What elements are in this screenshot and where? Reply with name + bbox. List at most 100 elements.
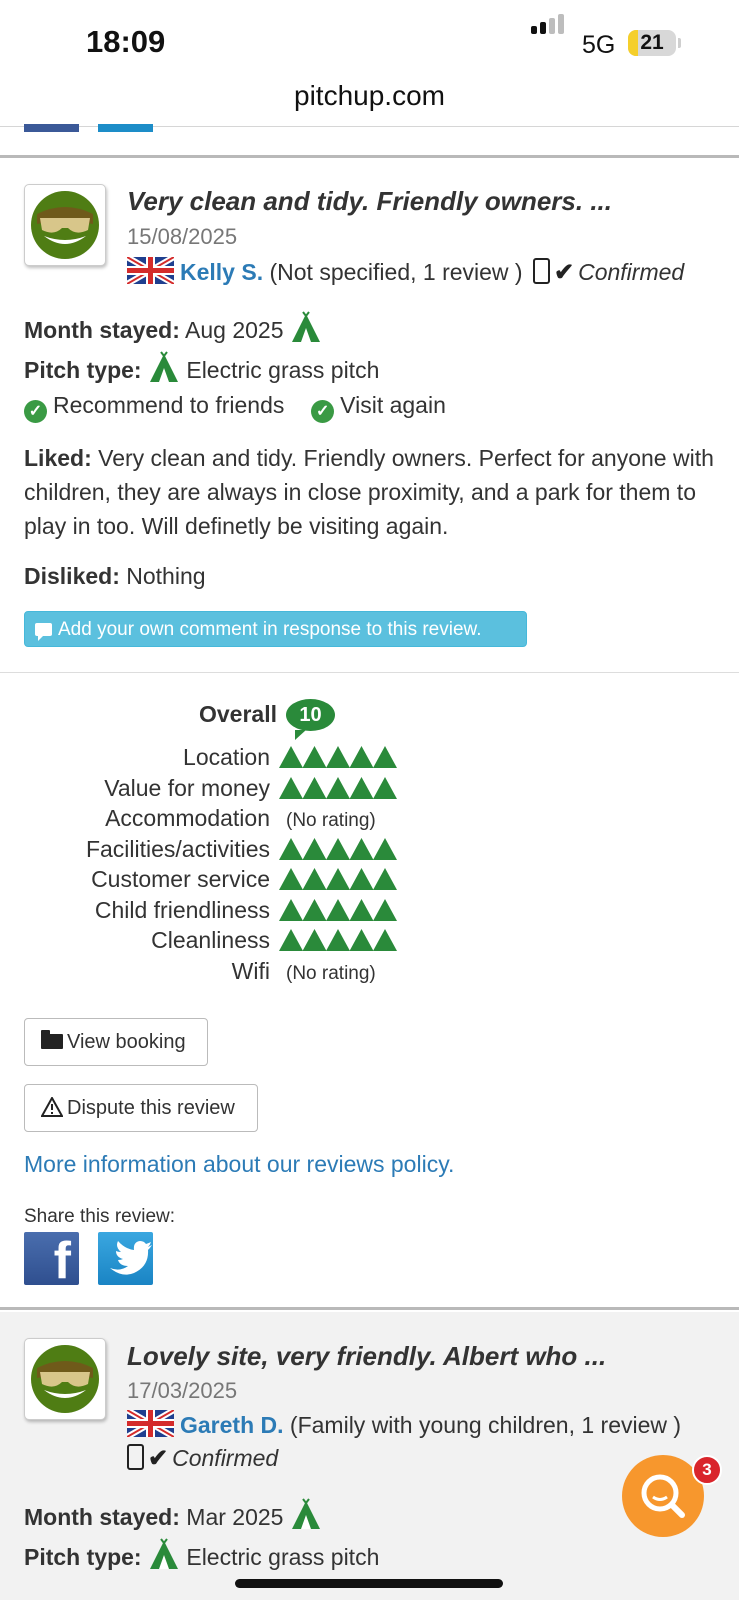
- facebook-share-peek[interactable]: [24, 124, 79, 132]
- rating-label: Customer service: [91, 866, 270, 892]
- pitch-type-label: Pitch type:: [24, 357, 142, 383]
- rating-tent-icon: [326, 838, 350, 860]
- confirmed-label: Confirmed: [578, 259, 685, 285]
- rating-tent-icon: [373, 838, 397, 860]
- reviews-policy-link[interactable]: More information about our reviews polic…: [24, 1151, 454, 1178]
- confirmed-line: ✔ Confirmed: [127, 1444, 278, 1473]
- liked-text: Liked: Very clean and tidy. Friendly own…: [24, 441, 714, 543]
- rating-label: Value for money: [104, 775, 270, 801]
- view-booking-button[interactable]: View booking: [24, 1018, 208, 1066]
- reviewer-info: (Family with young children, 1 review ): [289, 1412, 682, 1438]
- review-title: Lovely site, very friendly. Albert who .…: [127, 1341, 607, 1371]
- twitter-share-button[interactable]: [98, 1232, 153, 1285]
- url-bar[interactable]: pitchup.com: [0, 80, 739, 112]
- rating-label: Wifi: [231, 958, 270, 984]
- avatar: [24, 184, 106, 266]
- reviewer-name[interactable]: Gareth D.: [180, 1412, 284, 1438]
- rating-tent-icon: [326, 868, 350, 890]
- network-type: 5G: [582, 31, 616, 59]
- review-title: Very clean and tidy. Friendly owners. ..…: [127, 186, 612, 216]
- add-comment-label: Add your own comment in response to this…: [58, 619, 482, 640]
- liked-body: Very clean and tidy. Friendly owners. Pe…: [24, 445, 714, 539]
- reviewer-avatar-icon: [31, 1345, 99, 1413]
- recommend-row: ✓ Recommend to friends ✓ Visit again: [24, 392, 446, 423]
- rating-label: Cleanliness: [151, 927, 270, 953]
- rating-label: Child friendliness: [94, 897, 270, 923]
- rating-tents: [279, 867, 399, 893]
- check-icon: ✔: [553, 259, 575, 286]
- rating-tent-icon: [302, 746, 327, 768]
- reviewer-line: Kelly S. (Not specified, 1 review ) ✔ Con…: [127, 257, 684, 287]
- rating-tent-icon: [349, 838, 374, 860]
- reviewer-name[interactable]: Kelly S.: [180, 259, 263, 285]
- review-divider: [0, 155, 739, 158]
- rating-tent-icon: [302, 899, 327, 921]
- share-label: Share this review:: [24, 1206, 176, 1227]
- rating-tent-icon: [279, 899, 303, 921]
- rating-label: Location: [183, 744, 270, 770]
- rating-tent-icon: [373, 868, 397, 890]
- rating-tent-icon: [279, 868, 303, 890]
- pitch-type-value: Electric grass pitch: [186, 1544, 380, 1570]
- no-rating-text: (No rating): [286, 963, 376, 984]
- tent-icon: [291, 1498, 320, 1529]
- rating-tent-icon: [349, 746, 374, 768]
- pitch-type-label: Pitch type:: [24, 1544, 142, 1570]
- battery-icon: 21: [628, 30, 676, 56]
- tent-icon: [149, 351, 178, 382]
- battery-tip: [678, 38, 681, 48]
- rating-tent-icon: [279, 777, 303, 799]
- facebook-icon: f: [53, 1232, 71, 1285]
- reviewer-avatar-icon: [31, 191, 99, 259]
- battery-level: 21: [640, 31, 664, 54]
- rating-tents: [279, 898, 399, 924]
- rating-tent-icon: [373, 929, 397, 951]
- phone-icon: [532, 258, 550, 284]
- check-circle-icon: ✓: [24, 400, 47, 423]
- review-divider: [0, 1307, 739, 1310]
- add-comment-button[interactable]: Add your own comment in response to this…: [24, 611, 527, 647]
- rating-tent-icon: [349, 899, 374, 921]
- no-rating-text: (No rating): [286, 810, 376, 831]
- rating-tent-icon: [326, 746, 350, 768]
- rating-tent-icon: [279, 838, 303, 860]
- liked-label: Liked:: [24, 445, 92, 471]
- rating-tent-icon: [326, 777, 350, 799]
- reviewer-line: Gareth D. (Family with young children, 1…: [127, 1410, 681, 1439]
- review-date: 17/03/2025: [127, 1378, 238, 1403]
- month-stayed-label: Month stayed:: [24, 317, 180, 343]
- rating-tents: [279, 837, 399, 863]
- rating-tent-icon: [326, 899, 350, 921]
- month-stayed-value: Aug 2025: [185, 317, 284, 343]
- disliked-body: Nothing: [126, 563, 206, 589]
- facebook-share-button[interactable]: f: [24, 1232, 79, 1285]
- rating-tents: [279, 745, 399, 771]
- visit-again-label: Visit again: [340, 392, 446, 418]
- dispute-review-button[interactable]: Dispute this review: [24, 1084, 258, 1132]
- check-icon: ✔: [148, 1445, 169, 1472]
- pitch-type-row: Pitch type: Electric grass pitch: [24, 351, 379, 384]
- twitter-bird-icon: [110, 1241, 152, 1275]
- tent-icon: [149, 1538, 178, 1569]
- recommend-label: Recommend to friends: [53, 392, 285, 418]
- pitch-type-value: Electric grass pitch: [186, 357, 380, 383]
- month-stayed-row: Month stayed: Aug 2025: [24, 311, 322, 344]
- overall-label: Overall: [199, 701, 277, 727]
- rating-tent-icon: [302, 777, 327, 799]
- view-booking-label: View booking: [67, 1031, 186, 1053]
- dispute-label: Dispute this review: [67, 1097, 235, 1119]
- rating-tent-icon: [302, 929, 327, 951]
- notification-badge: 3: [692, 1455, 722, 1485]
- check-circle-icon: ✓: [311, 400, 335, 423]
- uk-flag-icon: [127, 257, 174, 284]
- twitter-share-peek[interactable]: [98, 124, 153, 132]
- month-stayed-value: Mar 2025: [186, 1504, 284, 1530]
- month-stayed-label: Month stayed:: [24, 1504, 180, 1530]
- rating-tent-icon: [326, 929, 350, 951]
- comment-icon: [35, 623, 52, 641]
- month-stayed-row: Month stayed: Mar 2025: [24, 1498, 322, 1531]
- phone-icon: [127, 1444, 144, 1470]
- rating-tent-icon: [302, 868, 327, 890]
- reviewer-info: (Not specified, 1 review ): [269, 259, 523, 285]
- folder-open-icon: [41, 1030, 63, 1049]
